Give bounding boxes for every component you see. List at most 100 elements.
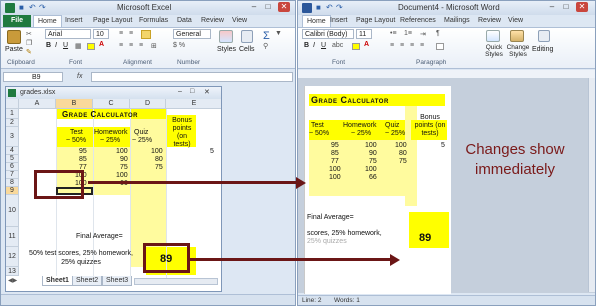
- sheet-nav-icon[interactable]: ◀▶: [8, 277, 17, 284]
- tab-review[interactable]: Review: [201, 15, 224, 27]
- word-font-color-icon[interactable]: A: [364, 41, 369, 48]
- number-format-select[interactable]: General: [173, 29, 211, 39]
- column-header-b[interactable]: B: [56, 99, 93, 109]
- cell-b5[interactable]: 85: [79, 156, 87, 163]
- word-close-button[interactable]: ✕: [576, 2, 588, 12]
- cell-c4[interactable]: 100: [116, 148, 128, 155]
- formula-input[interactable]: [91, 72, 293, 82]
- cell-c7[interactable]: 100: [116, 172, 128, 179]
- sheet-tab-2[interactable]: Sheet2: [72, 276, 103, 286]
- row-header-12[interactable]: 12: [6, 247, 19, 267]
- row-header-2[interactable]: 2: [6, 119, 19, 127]
- font-color-icon[interactable]: A: [99, 41, 104, 48]
- minimize-button[interactable]: –: [248, 2, 260, 12]
- align-left-icon[interactable]: ≡: [119, 42, 123, 49]
- editing-button[interactable]: Editing: [532, 46, 553, 53]
- quick-styles-icon[interactable]: [486, 30, 500, 42]
- ruler[interactable]: [298, 70, 595, 79]
- word-font-name-select[interactable]: Calibri (Body): [302, 29, 354, 39]
- indent-icon[interactable]: ⇥: [420, 30, 426, 38]
- row-header-6[interactable]: 6: [6, 163, 19, 171]
- row-header-4[interactable]: 4: [6, 147, 19, 155]
- wrap-text-icon[interactable]: [141, 30, 151, 39]
- word-tab-references[interactable]: References: [400, 15, 436, 27]
- column-header-c[interactable]: C: [93, 99, 130, 109]
- editing-icon[interactable]: [538, 30, 550, 42]
- align-right-icon[interactable]: ≡: [139, 42, 143, 49]
- quick-styles-button[interactable]: Quick Styles: [482, 44, 506, 58]
- cell-d5[interactable]: 80: [155, 156, 163, 163]
- fill-color-icon[interactable]: [87, 43, 95, 50]
- workbook-restore-button[interactable]: □: [190, 88, 194, 95]
- merge-icon[interactable]: ⊞: [151, 42, 157, 50]
- word-tab-insert[interactable]: Insert: [330, 15, 348, 27]
- align-middle-icon[interactable]: ≡: [129, 30, 133, 37]
- word-bold-icon[interactable]: B: [304, 42, 309, 49]
- row-header-1[interactable]: 1: [6, 109, 19, 119]
- document-page[interactable]: Grade Calculator Test ~ 50% Homework ~ 2…: [304, 86, 451, 294]
- word-maximize-button[interactable]: □: [560, 2, 572, 12]
- horizontal-scrollbar[interactable]: [134, 278, 218, 285]
- tab-view[interactable]: View: [232, 15, 247, 27]
- currency-icon[interactable]: $ %: [173, 42, 185, 49]
- paste-button[interactable]: Paste: [5, 46, 23, 53]
- maximize-button[interactable]: □: [262, 2, 274, 12]
- undo-icon[interactable]: ↶: [29, 3, 36, 12]
- borders-icon[interactable]: ▦: [75, 42, 82, 50]
- italic-icon[interactable]: I: [55, 42, 57, 49]
- cell-c5[interactable]: 90: [120, 156, 128, 163]
- row-header-5[interactable]: 5: [6, 155, 19, 163]
- redo-icon[interactable]: ↷: [39, 3, 46, 12]
- cell-d6[interactable]: 75: [155, 164, 163, 171]
- select-all-corner[interactable]: [6, 99, 19, 109]
- cell-d4[interactable]: 100: [151, 148, 163, 155]
- row-header-7[interactable]: 7: [6, 171, 19, 179]
- align-center-icon[interactable]: ≡: [129, 42, 133, 49]
- sheet-tab-1[interactable]: Sheet1: [42, 276, 73, 286]
- sort-filter-icon[interactable]: ▼: [275, 30, 282, 37]
- bold-icon[interactable]: B: [46, 42, 51, 49]
- word-save-icon[interactable]: ■: [316, 3, 321, 12]
- cell-e4[interactable]: 5: [210, 148, 214, 155]
- paste-icon[interactable]: [7, 30, 21, 44]
- word-align-right-icon[interactable]: ≡: [410, 42, 414, 49]
- find-icon[interactable]: ⚲: [263, 42, 268, 50]
- column-header-a[interactable]: A: [19, 99, 56, 109]
- row-header-13[interactable]: 13: [6, 267, 19, 276]
- word-minimize-button[interactable]: –: [546, 2, 558, 12]
- word-redo-icon[interactable]: ↷: [336, 3, 343, 12]
- sheet-tab-3[interactable]: Sheet3: [102, 276, 133, 286]
- sum-icon[interactable]: Σ: [263, 30, 270, 42]
- word-align-center-icon[interactable]: ≡: [400, 42, 404, 49]
- name-box[interactable]: B9: [3, 72, 63, 82]
- column-header-e[interactable]: E: [166, 99, 221, 109]
- cell-b4[interactable]: 95: [79, 148, 87, 155]
- word-align-left-icon[interactable]: ≡: [390, 42, 394, 49]
- word-vertical-scrollbar[interactable]: [588, 78, 595, 292]
- word-tab-page-layout[interactable]: Page Layout: [356, 15, 395, 27]
- row-header-8[interactable]: 8: [6, 179, 19, 187]
- word-italic-icon[interactable]: I: [313, 42, 315, 49]
- align-top-icon[interactable]: ≡: [119, 30, 123, 37]
- row-header-10[interactable]: 10: [6, 195, 19, 227]
- tab-formulas[interactable]: Formulas: [139, 15, 168, 27]
- word-strikethrough-icon[interactable]: abc: [332, 42, 343, 49]
- word-undo-icon[interactable]: ↶: [326, 3, 333, 12]
- word-font-size-select[interactable]: 11: [356, 29, 372, 39]
- workbook-minimize-button[interactable]: –: [178, 88, 182, 95]
- change-styles-button[interactable]: Change Styles: [506, 44, 530, 58]
- cell-c6[interactable]: 75: [120, 164, 128, 171]
- copy-icon[interactable]: ❐: [26, 39, 32, 47]
- styles-icon[interactable]: [219, 30, 233, 43]
- word-tab-view[interactable]: View: [508, 15, 523, 27]
- word-tab-home[interactable]: Home: [302, 15, 331, 27]
- change-styles-icon[interactable]: [510, 30, 524, 42]
- tab-insert[interactable]: Insert: [65, 15, 83, 27]
- save-icon[interactable]: ■: [19, 3, 24, 12]
- tab-home[interactable]: Home: [33, 15, 62, 27]
- font-name-select[interactable]: Arial: [45, 29, 91, 39]
- tab-data[interactable]: Data: [177, 15, 192, 27]
- word-tab-review[interactable]: Review: [478, 15, 501, 27]
- cut-icon[interactable]: ✂: [26, 30, 32, 38]
- fx-icon[interactable]: fx: [77, 73, 82, 80]
